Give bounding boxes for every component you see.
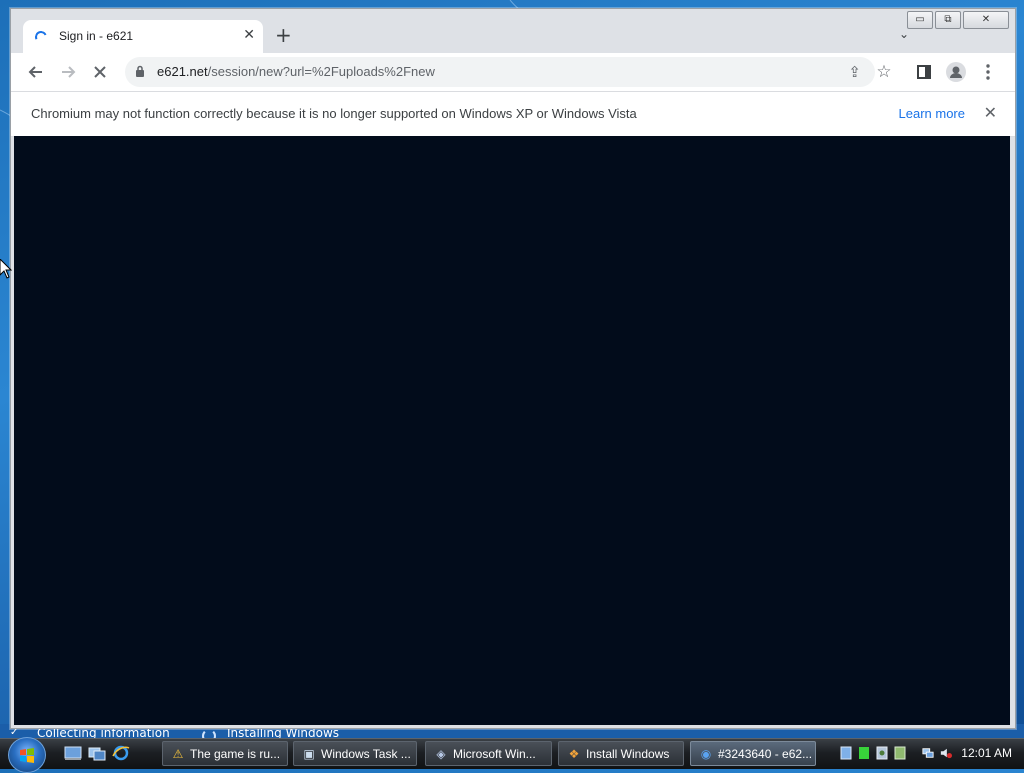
learn-more-link[interactable]: Learn more bbox=[899, 106, 965, 121]
url-path: /session/new?url=%2Fuploads%2Fnew bbox=[207, 64, 435, 79]
system-clock[interactable]: 12:01 AM bbox=[961, 746, 1012, 760]
tray-network-app-icon[interactable] bbox=[894, 746, 906, 760]
stop-loading-button[interactable] bbox=[89, 61, 111, 83]
tab-close-icon[interactable]: ✕ bbox=[243, 27, 255, 43]
network-icon[interactable] bbox=[922, 746, 934, 760]
show-desktop-icon[interactable] bbox=[64, 745, 82, 761]
chromium-icon: ◉ bbox=[700, 746, 712, 761]
taskbar-item-task-manager[interactable]: ▣ Windows Task ... bbox=[293, 741, 417, 766]
taskbar-item-game[interactable]: ⚠ The game is ru... bbox=[162, 741, 288, 766]
tab-title: Sign in - e621 bbox=[59, 29, 134, 43]
windows-installer-icon: ◈ bbox=[436, 746, 446, 761]
browser-window: ▭ ⧉ ✕ Sign in - e621 ✕ + ⌄ e621.net/sess… bbox=[10, 8, 1016, 729]
windows-logo-icon bbox=[20, 748, 34, 763]
tray-app-icon[interactable] bbox=[840, 746, 852, 760]
back-arrow-icon bbox=[28, 66, 42, 78]
back-button[interactable] bbox=[25, 61, 47, 83]
address-bar[interactable]: e621.net/session/new?url=%2Fuploads%2Fne… bbox=[125, 57, 875, 87]
url-host: e621.net bbox=[157, 64, 208, 79]
side-panel-button[interactable] bbox=[913, 61, 935, 83]
taskbar-item-label: #3243640 - e62... bbox=[718, 746, 813, 761]
browser-menu-button[interactable] bbox=[977, 61, 999, 83]
kebab-menu-icon bbox=[986, 64, 990, 80]
taskbar: ⚠ The game is ru... ▣ Windows Task ... ◈… bbox=[0, 737, 1024, 773]
loading-spinner-icon bbox=[33, 29, 49, 45]
page-content-area[interactable] bbox=[14, 136, 1010, 725]
new-tab-button[interactable]: + bbox=[275, 25, 292, 45]
star-icon: ☆ bbox=[876, 62, 892, 82]
browser-toolbar: e621.net/session/new?url=%2Fuploads%2Fne… bbox=[11, 53, 1015, 91]
tray-green-icon[interactable] bbox=[858, 746, 870, 760]
tab-search-icon[interactable]: ⌄ bbox=[899, 27, 909, 41]
taskbar-item-label: Windows Task ... bbox=[321, 746, 411, 761]
tab-strip: Sign in - e621 ✕ + ⌄ bbox=[11, 9, 1015, 53]
lock-icon bbox=[136, 65, 144, 77]
taskbar-item-label: Install Windows bbox=[586, 746, 670, 761]
taskbar-item-label: The game is ru... bbox=[190, 746, 281, 761]
windows-flag-icon: ❖ bbox=[568, 746, 580, 761]
bookmark-star-button[interactable]: ☆ bbox=[873, 61, 895, 83]
taskbar-item-label: Microsoft Win... bbox=[453, 746, 536, 761]
taskbar-item-microsoft-windows[interactable]: ◈ Microsoft Win... bbox=[425, 741, 552, 766]
infobar-close-icon[interactable]: ✕ bbox=[984, 103, 997, 122]
task-manager-icon: ▣ bbox=[303, 746, 315, 761]
internet-explorer-icon[interactable] bbox=[112, 745, 130, 761]
stop-icon bbox=[94, 66, 106, 78]
share-icon[interactable]: ⇪ bbox=[848, 63, 861, 81]
profile-button[interactable] bbox=[945, 61, 967, 83]
tab-sign-in[interactable]: Sign in - e621 ✕ bbox=[23, 20, 263, 53]
volume-muted-icon[interactable] bbox=[940, 746, 952, 760]
taskbar-item-chromium[interactable]: ◉ #3243640 - e62... bbox=[690, 741, 816, 766]
side-panel-icon bbox=[917, 65, 931, 79]
address-url: e621.net/session/new?url=%2Fuploads%2Fne… bbox=[157, 64, 435, 79]
mouse-cursor-icon bbox=[0, 259, 12, 279]
forward-button[interactable] bbox=[57, 61, 79, 83]
unsupported-os-infobar: Chromium may not function correctly beca… bbox=[11, 91, 1015, 137]
forward-arrow-icon bbox=[62, 66, 76, 78]
taskbar-item-install-windows[interactable]: ❖ Install Windows bbox=[558, 741, 684, 766]
warning-icon: ⚠ bbox=[172, 746, 184, 761]
profile-avatar-icon bbox=[946, 62, 966, 82]
infobar-message: Chromium may not function correctly beca… bbox=[31, 106, 637, 121]
switch-windows-icon[interactable] bbox=[88, 745, 106, 761]
tray-settings-icon[interactable] bbox=[876, 746, 888, 760]
